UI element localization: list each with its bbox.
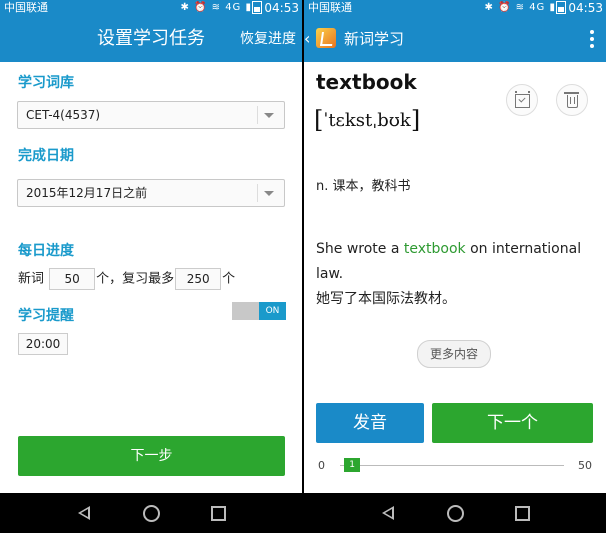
back-chevron-icon[interactable]: ‹ (304, 16, 310, 62)
clock-label: 04:53 (264, 1, 299, 15)
status-bar: 中国联通 ✱ ⏰ ≋ 4G ▮ 04:53 (304, 0, 606, 16)
clock: 04:53 (556, 0, 603, 16)
vocab-dropdown[interactable]: CET-4(4537) (17, 101, 285, 129)
new-words-input[interactable]: 50 (49, 268, 96, 290)
battery-icon (252, 1, 263, 14)
dropdown-divider (257, 184, 258, 202)
trash-icon (564, 92, 579, 108)
new-word-screen: 中国联通 ✱ ⏰ ≋ 4G ▮ 04:53 ‹ 新词学习 textbook [ˈ… (304, 0, 606, 533)
calendar-check-icon (515, 91, 530, 108)
nav-recent-icon[interactable] (211, 506, 226, 521)
progress-max-label: 50 (578, 459, 592, 472)
next-step-button[interactable]: 下一步 (18, 436, 285, 476)
example-sentence: She wrote a textbook on international la… (316, 237, 594, 312)
clock: 04:53 (252, 0, 299, 16)
nav-back-icon[interactable] (78, 506, 90, 520)
task-settings-screen: 中国联通 ✱ ⏰ ≋ 4G ▮ 04:53 设置学习任务 恢复进度 学习词库 C… (0, 0, 302, 533)
network-label: 4G (225, 2, 242, 13)
nav-back-icon[interactable] (382, 506, 394, 520)
restore-progress-button[interactable]: 恢复进度 (240, 16, 296, 62)
dropdown-divider (257, 106, 258, 124)
chevron-down-icon (264, 191, 274, 196)
network-label: 4G (529, 2, 546, 13)
progress-section-title: 每日进度 (18, 243, 74, 259)
reminder-section-title: 学习提醒 (18, 308, 74, 324)
carrier-label: 中国联通 (4, 1, 48, 14)
example-translation: 她写了本国际法教材。 (316, 291, 456, 307)
review-suffix: 个 (222, 271, 236, 287)
more-menu-icon[interactable] (590, 30, 594, 51)
vocab-dropdown-value: CET-4(4537) (26, 108, 101, 122)
next-word-button[interactable]: 下一个 (432, 403, 593, 443)
status-icons: ✱ ⏰ ≋ 4G ▮ (484, 2, 556, 13)
reminder-toggle[interactable]: ON (232, 302, 286, 320)
nav-recent-icon[interactable] (515, 506, 530, 521)
more-content-button[interactable]: 更多内容 (417, 340, 491, 368)
toggle-on-label: ON (259, 302, 286, 320)
date-dropdown[interactable]: 2015年12月17日之前 (17, 179, 285, 207)
app-bar: ‹ 新词学习 (304, 16, 606, 62)
delete-word-button[interactable] (556, 84, 588, 116)
example-text-before: She wrote a (316, 241, 404, 257)
progress-track (340, 465, 564, 466)
system-nav-bar (0, 493, 302, 533)
nav-home-icon[interactable] (143, 505, 160, 522)
page-title: 新词学习 (344, 30, 405, 48)
date-dropdown-value: 2015年12月17日之前 (26, 186, 148, 200)
date-section-title: 完成日期 (18, 148, 74, 164)
phonetic: [ˈtɛkstˌbʊk] (314, 106, 421, 134)
progress-min-label: 0 (318, 459, 325, 472)
battery-icon (556, 1, 567, 14)
progress-thumb[interactable]: 1 (344, 458, 361, 472)
nav-home-icon[interactable] (447, 505, 464, 522)
reminder-time-input[interactable]: 20:00 (18, 333, 68, 355)
daily-progress-row: 新词 50 个，复习最多 250 个 (18, 268, 235, 290)
new-words-label: 新词 (18, 271, 45, 287)
status-bar: 中国联通 ✱ ⏰ ≋ 4G ▮ 04:53 (0, 0, 302, 16)
chevron-down-icon (264, 113, 274, 118)
clock-label: 04:53 (568, 1, 603, 15)
app-bar: 设置学习任务 恢复进度 (0, 16, 302, 62)
vocab-section-title: 学习词库 (18, 75, 74, 91)
word-definition: n. 课本，教科书 (316, 179, 411, 194)
example-highlight: textbook (403, 241, 466, 257)
pronounce-button[interactable]: 发音 (316, 403, 424, 443)
review-max-input[interactable]: 250 (175, 268, 222, 290)
mark-known-button[interactable] (506, 84, 538, 116)
word-title: textbook (316, 70, 417, 94)
system-nav-bar (304, 493, 606, 533)
app-logo-icon (316, 28, 336, 48)
status-icons: ✱ ⏰ ≋ 4G ▮ (180, 2, 252, 13)
review-label: 个，复习最多 (96, 271, 175, 287)
phonetic-text: ˈtɛkstˌbʊk (323, 110, 411, 131)
carrier-label: 中国联通 (308, 1, 352, 14)
